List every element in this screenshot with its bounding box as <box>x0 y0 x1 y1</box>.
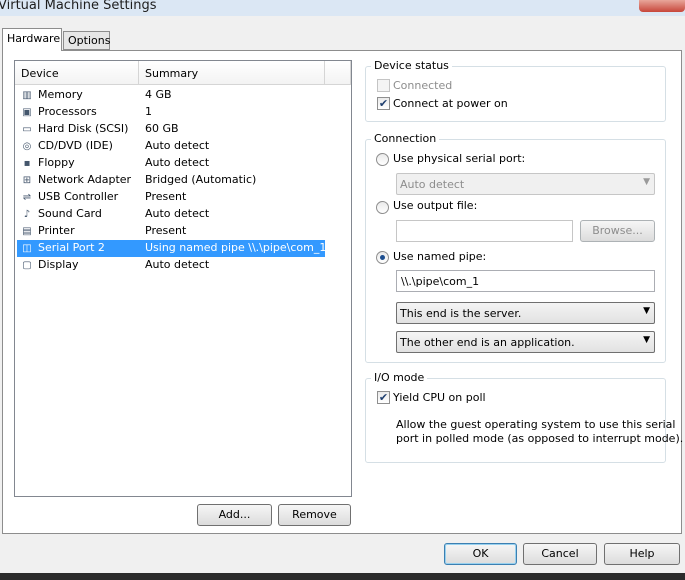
display-icon: ▢ <box>22 260 32 271</box>
device-list[interactable]: Device Summary ▥ Memory 4 GB ▣ Processor… <box>14 60 352 497</box>
device-status-title: Device status <box>371 59 452 72</box>
other-end-select[interactable]: The other end is an application. ▼ <box>396 331 655 353</box>
taskbar-edge <box>0 573 685 580</box>
help-button[interactable]: Help <box>604 543 680 565</box>
physical-port-select[interactable]: Auto detect ▼ <box>396 173 655 195</box>
named-pipe-label: Use named pipe: <box>393 250 487 263</box>
column-header-filler <box>325 61 351 85</box>
cancel-button[interactable]: Cancel <box>523 543 597 565</box>
remove-device-button[interactable]: Remove <box>278 504 351 526</box>
close-button[interactable] <box>639 0 685 12</box>
device-row-cd-dvd[interactable]: ◎ CD/DVD (IDE) Auto detect <box>17 138 325 155</box>
chevron-down-icon: ▼ <box>643 335 650 345</box>
floppy-icon: ▪ <box>23 158 31 169</box>
device-row-hard-disk[interactable]: ▭ Hard Disk (SCSI) 60 GB <box>17 121 325 138</box>
cd-dvd-icon: ◎ <box>22 141 32 152</box>
output-file-input[interactable] <box>396 220 573 242</box>
yield-cpu-label: Yield CPU on poll <box>393 391 486 404</box>
physical-serial-port-radio[interactable] <box>376 153 389 166</box>
chevron-down-icon: ▼ <box>643 306 650 316</box>
output-file-radio[interactable] <box>376 201 389 214</box>
usb-icon: ⇌ <box>22 192 32 203</box>
device-row-floppy[interactable]: ▪ Floppy Auto detect <box>17 155 325 172</box>
memory-icon: ▥ <box>22 90 32 101</box>
connected-checkbox[interactable] <box>377 79 390 92</box>
processor-icon: ▣ <box>22 107 32 118</box>
named-pipe-radio[interactable] <box>376 251 389 264</box>
physical-serial-port-label: Use physical serial port: <box>393 152 526 165</box>
named-pipe-input[interactable]: \\.\pipe\com_1 <box>396 270 655 292</box>
ok-button[interactable]: OK <box>444 543 517 565</box>
window-title: Virtual Machine Settings <box>0 0 157 13</box>
hard-disk-icon: ▭ <box>22 124 32 135</box>
column-header-summary[interactable]: Summary <box>139 61 325 85</box>
io-mode-title: I/O mode <box>371 371 428 384</box>
network-adapter-icon: ⊞ <box>22 175 32 186</box>
device-row-serial-port-2[interactable]: ◫ Serial Port 2 Using named pipe \\.\pip… <box>17 240 326 257</box>
output-file-label: Use output file: <box>393 199 478 212</box>
physical-port-value: Auto detect <box>400 178 465 191</box>
title-bar: Virtual Machine Settings <box>0 0 685 16</box>
device-row-printer[interactable]: ▤ Printer Present <box>17 223 325 240</box>
device-row-sound-card[interactable]: ♪ Sound Card Auto detect <box>17 206 325 223</box>
device-row-usb-controller[interactable]: ⇌ USB Controller Present <box>17 189 325 206</box>
io-mode-description: Allow the guest operating system to use … <box>396 418 684 445</box>
device-status-group: Device status <box>365 59 666 122</box>
serial-port-icon: ◫ <box>22 243 32 254</box>
connection-title: Connection <box>371 132 440 145</box>
this-end-select[interactable]: This end is the server. ▼ <box>396 302 655 324</box>
chevron-down-icon: ▼ <box>643 177 650 187</box>
sound-card-icon: ♪ <box>23 209 31 220</box>
other-end-value: The other end is an application. <box>400 336 575 349</box>
connect-at-power-on-label: Connect at power on <box>393 97 508 110</box>
device-row-display[interactable]: ▢ Display Auto detect <box>17 257 325 274</box>
connected-label: Connected <box>393 79 453 92</box>
device-row-processors[interactable]: ▣ Processors 1 <box>17 104 325 121</box>
printer-icon: ▤ <box>22 226 32 237</box>
browse-button[interactable]: Browse... <box>580 220 655 242</box>
this-end-value: This end is the server. <box>400 307 522 320</box>
device-row-memory[interactable]: ▥ Memory 4 GB <box>17 87 325 104</box>
connect-at-power-on-checkbox[interactable]: ✔ <box>377 97 390 110</box>
add-device-button[interactable]: Add... <box>197 504 272 526</box>
yield-cpu-checkbox[interactable]: ✔ <box>377 391 390 404</box>
column-header-device[interactable]: Device <box>15 61 139 85</box>
device-list-header: Device Summary <box>15 61 351 85</box>
device-row-network-adapter[interactable]: ⊞ Network Adapter Bridged (Automatic) <box>17 172 325 189</box>
tab-hardware[interactable]: Hardware <box>2 28 62 51</box>
tab-options[interactable]: Options <box>63 31 110 50</box>
